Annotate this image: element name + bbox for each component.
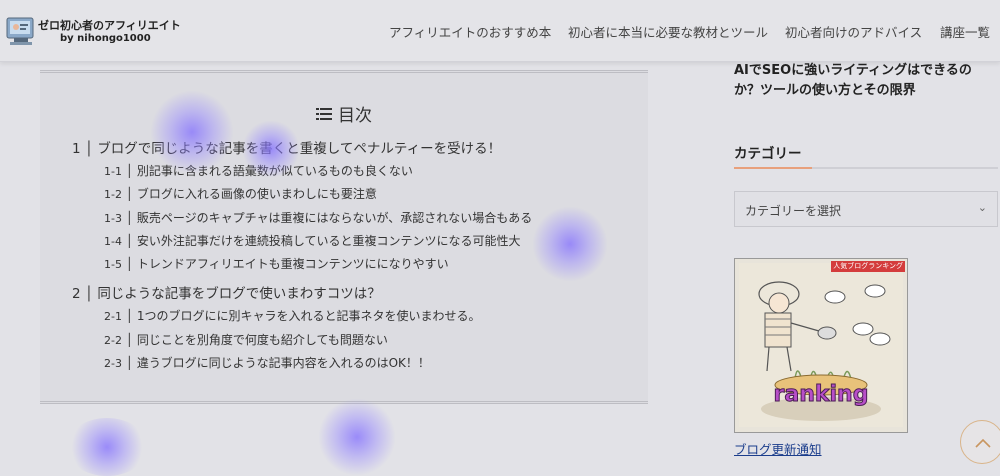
toc-item-2-3[interactable]: 2-3 │ 違うブログに同じような記事内容を入れるのはOK！！ [104, 354, 430, 371]
ranking-illustration: ranking [739, 263, 903, 427]
toc-number: 2-1 [104, 310, 122, 323]
ad-blur-spot [242, 120, 300, 178]
sidebar-article-link[interactable]: AIでSEOに強いライティングはできるのか？ツールの使い方とその限界 [734, 61, 996, 101]
nav-item-recommended-books[interactable]: アフィリエイトのおすすめ本 [389, 22, 551, 41]
list-icon [316, 106, 332, 126]
toc-item-2-2[interactable]: 2-2 │ 同じことを別角度で何度も紹介しても問題ない [104, 331, 388, 348]
blog-update-link[interactable]: ブログ更新通知 [734, 439, 822, 458]
toc-title[interactable]: 目次 [40, 101, 648, 126]
toc-item-2[interactable]: 2 │ 同じような記事をブログで使いまわすコツは？ [72, 282, 381, 302]
toc-label: 販売ページのキャプチャは重複にはならないが、承認されない場合もある [136, 211, 533, 225]
toc-label: ブログに入れる画像の使いまわしにも要注意 [136, 187, 377, 201]
category-heading: カテゴリー [734, 146, 802, 162]
toc-label: 同じことを別角度で何度も紹介しても問題ない [136, 333, 388, 347]
toc-item-1-5[interactable]: 1-5 │ トレンドアフィリエイトも重複コンテンツにになりやすい [104, 255, 449, 272]
toc-number: 2-3 [104, 357, 122, 370]
ad-blur-spot [66, 418, 148, 476]
site-header: ゼロ初心者のアフィリエイト by nihongo1000 アフィリエイトのおすす… [0, 0, 1000, 62]
nav-item-beginner-advice[interactable]: 初心者向けのアドバイス [785, 22, 922, 41]
ad-blur-spot [532, 206, 608, 282]
toc-number: 1-1 [104, 165, 122, 178]
ad-blur-spot [150, 90, 234, 174]
nav-item-course-list[interactable]: 講座一覧 [940, 22, 990, 41]
chevron-up-icon [975, 438, 991, 448]
toc-number: 2 [72, 286, 81, 302]
ranking-banner[interactable]: ranking 人気ブログランキング [734, 258, 908, 433]
toc-number: 1-4 [104, 235, 122, 248]
toc-label: トレンドアフィリエイトも重複コンテンツにになりやすい [136, 257, 449, 271]
category-select-value: カテゴリーを選択 [745, 204, 842, 218]
toc-number: 1-3 [104, 212, 122, 225]
banner-tag: 人気ブログランキング [831, 261, 905, 272]
toc-label: 安い外注記事だけを連続投稿していると重複コンテンツになる可能性大 [136, 234, 521, 248]
nav-item-materials-tools[interactable]: 初心者に本当に必要な教材とツール [568, 22, 768, 41]
toc-label: 同じような記事をブログで使いまわすコツは？ [97, 286, 381, 302]
toc-item-1-4[interactable]: 1-4 │ 安い外注記事だけを連続投稿していると重複コンテンツになる可能性大 [104, 232, 520, 249]
banner-ranking-text: ranking [774, 382, 869, 407]
toc-number: 2-2 [104, 334, 122, 347]
toc-label: 違うブログに同じような記事内容を入れるのはOK！！ [136, 356, 430, 370]
chevron-down-icon: ⌄ [977, 201, 987, 214]
scroll-to-top-button[interactable] [960, 420, 1000, 464]
toc-item-1-3[interactable]: 1-3 │ 販売ページのキャプチャは重複にはならないが、承認されない場合もある [104, 209, 532, 226]
toc-number: 1 [72, 141, 81, 157]
toc-title-text: 目次 [338, 106, 372, 126]
toc-item-2-1[interactable]: 2-1 │ 1つのブログにに別キャラを入れると記事ネタを使いまわせる。 [104, 307, 480, 324]
toc-number: 1-5 [104, 258, 122, 271]
category-divider-accent [734, 167, 812, 169]
ad-blur-spot [318, 398, 396, 476]
main-nav: アフィリエイトのおすすめ本 初心者に本当に必要な教材とツール 初心者向けのアドバ… [0, 22, 1000, 40]
category-select[interactable]: カテゴリーを選択 ⌄ [734, 191, 998, 227]
toc-item-1-2[interactable]: 1-2 │ ブログに入れる画像の使いまわしにも要注意 [104, 185, 377, 202]
toc-label: 1つのブログにに別キャラを入れると記事ネタを使いまわせる。 [136, 309, 481, 323]
toc-number: 1-2 [104, 188, 122, 201]
